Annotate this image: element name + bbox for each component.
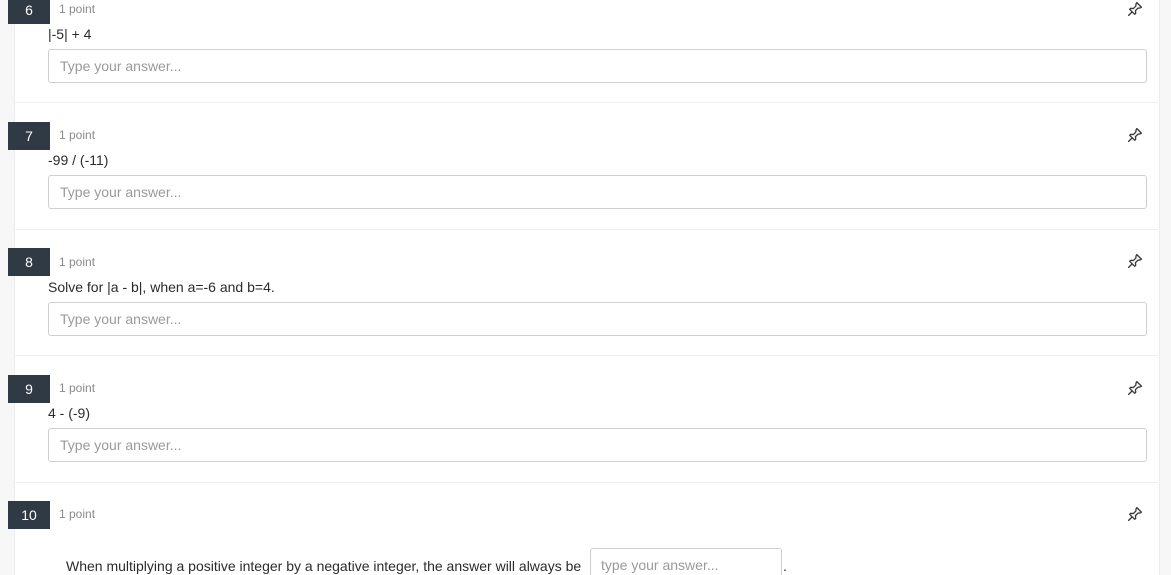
question-divider — [14, 355, 1158, 356]
question-number-badge: 8 — [8, 248, 50, 276]
pin-icon[interactable] — [1126, 505, 1144, 523]
answer-input[interactable] — [48, 428, 1147, 462]
question-prompt: |-5| + 4 — [48, 26, 92, 42]
quiz-page: 6 1 point |-5| + 4 7 1 point -99 / (-11)… — [0, 0, 1171, 575]
question-number-badge: 6 — [8, 0, 50, 24]
question-number-badge: 9 — [8, 375, 50, 403]
question-prompt: 4 - (-9) — [48, 405, 90, 421]
pin-icon[interactable] — [1126, 126, 1144, 144]
answer-input[interactable] — [48, 49, 1147, 83]
question-divider — [14, 102, 1158, 103]
question-prompt: Solve for |a - b|, when a=-6 and b=4. — [48, 279, 275, 295]
question-points: 1 point — [59, 2, 96, 16]
question-points: 1 point — [59, 255, 96, 269]
fill-in-answer-input[interactable] — [590, 548, 782, 575]
question-divider — [14, 229, 1158, 230]
question-points: 1 point — [59, 381, 96, 395]
question-prompt: -99 / (-11) — [48, 152, 109, 168]
fill-in-prompt-end: . — [783, 558, 787, 574]
pin-icon[interactable] — [1126, 379, 1144, 397]
pin-icon[interactable] — [1126, 0, 1144, 18]
question-number-badge: 7 — [8, 122, 50, 150]
question-points: 1 point — [59, 128, 96, 142]
answer-input[interactable] — [48, 302, 1147, 336]
pin-icon[interactable] — [1126, 252, 1144, 270]
question-number-badge: 10 — [8, 501, 50, 529]
question-divider — [14, 482, 1158, 483]
fill-in-prompt: When multiplying a positive integer by a… — [66, 558, 582, 574]
question-points: 1 point — [59, 507, 96, 521]
answer-input[interactable] — [48, 175, 1147, 209]
